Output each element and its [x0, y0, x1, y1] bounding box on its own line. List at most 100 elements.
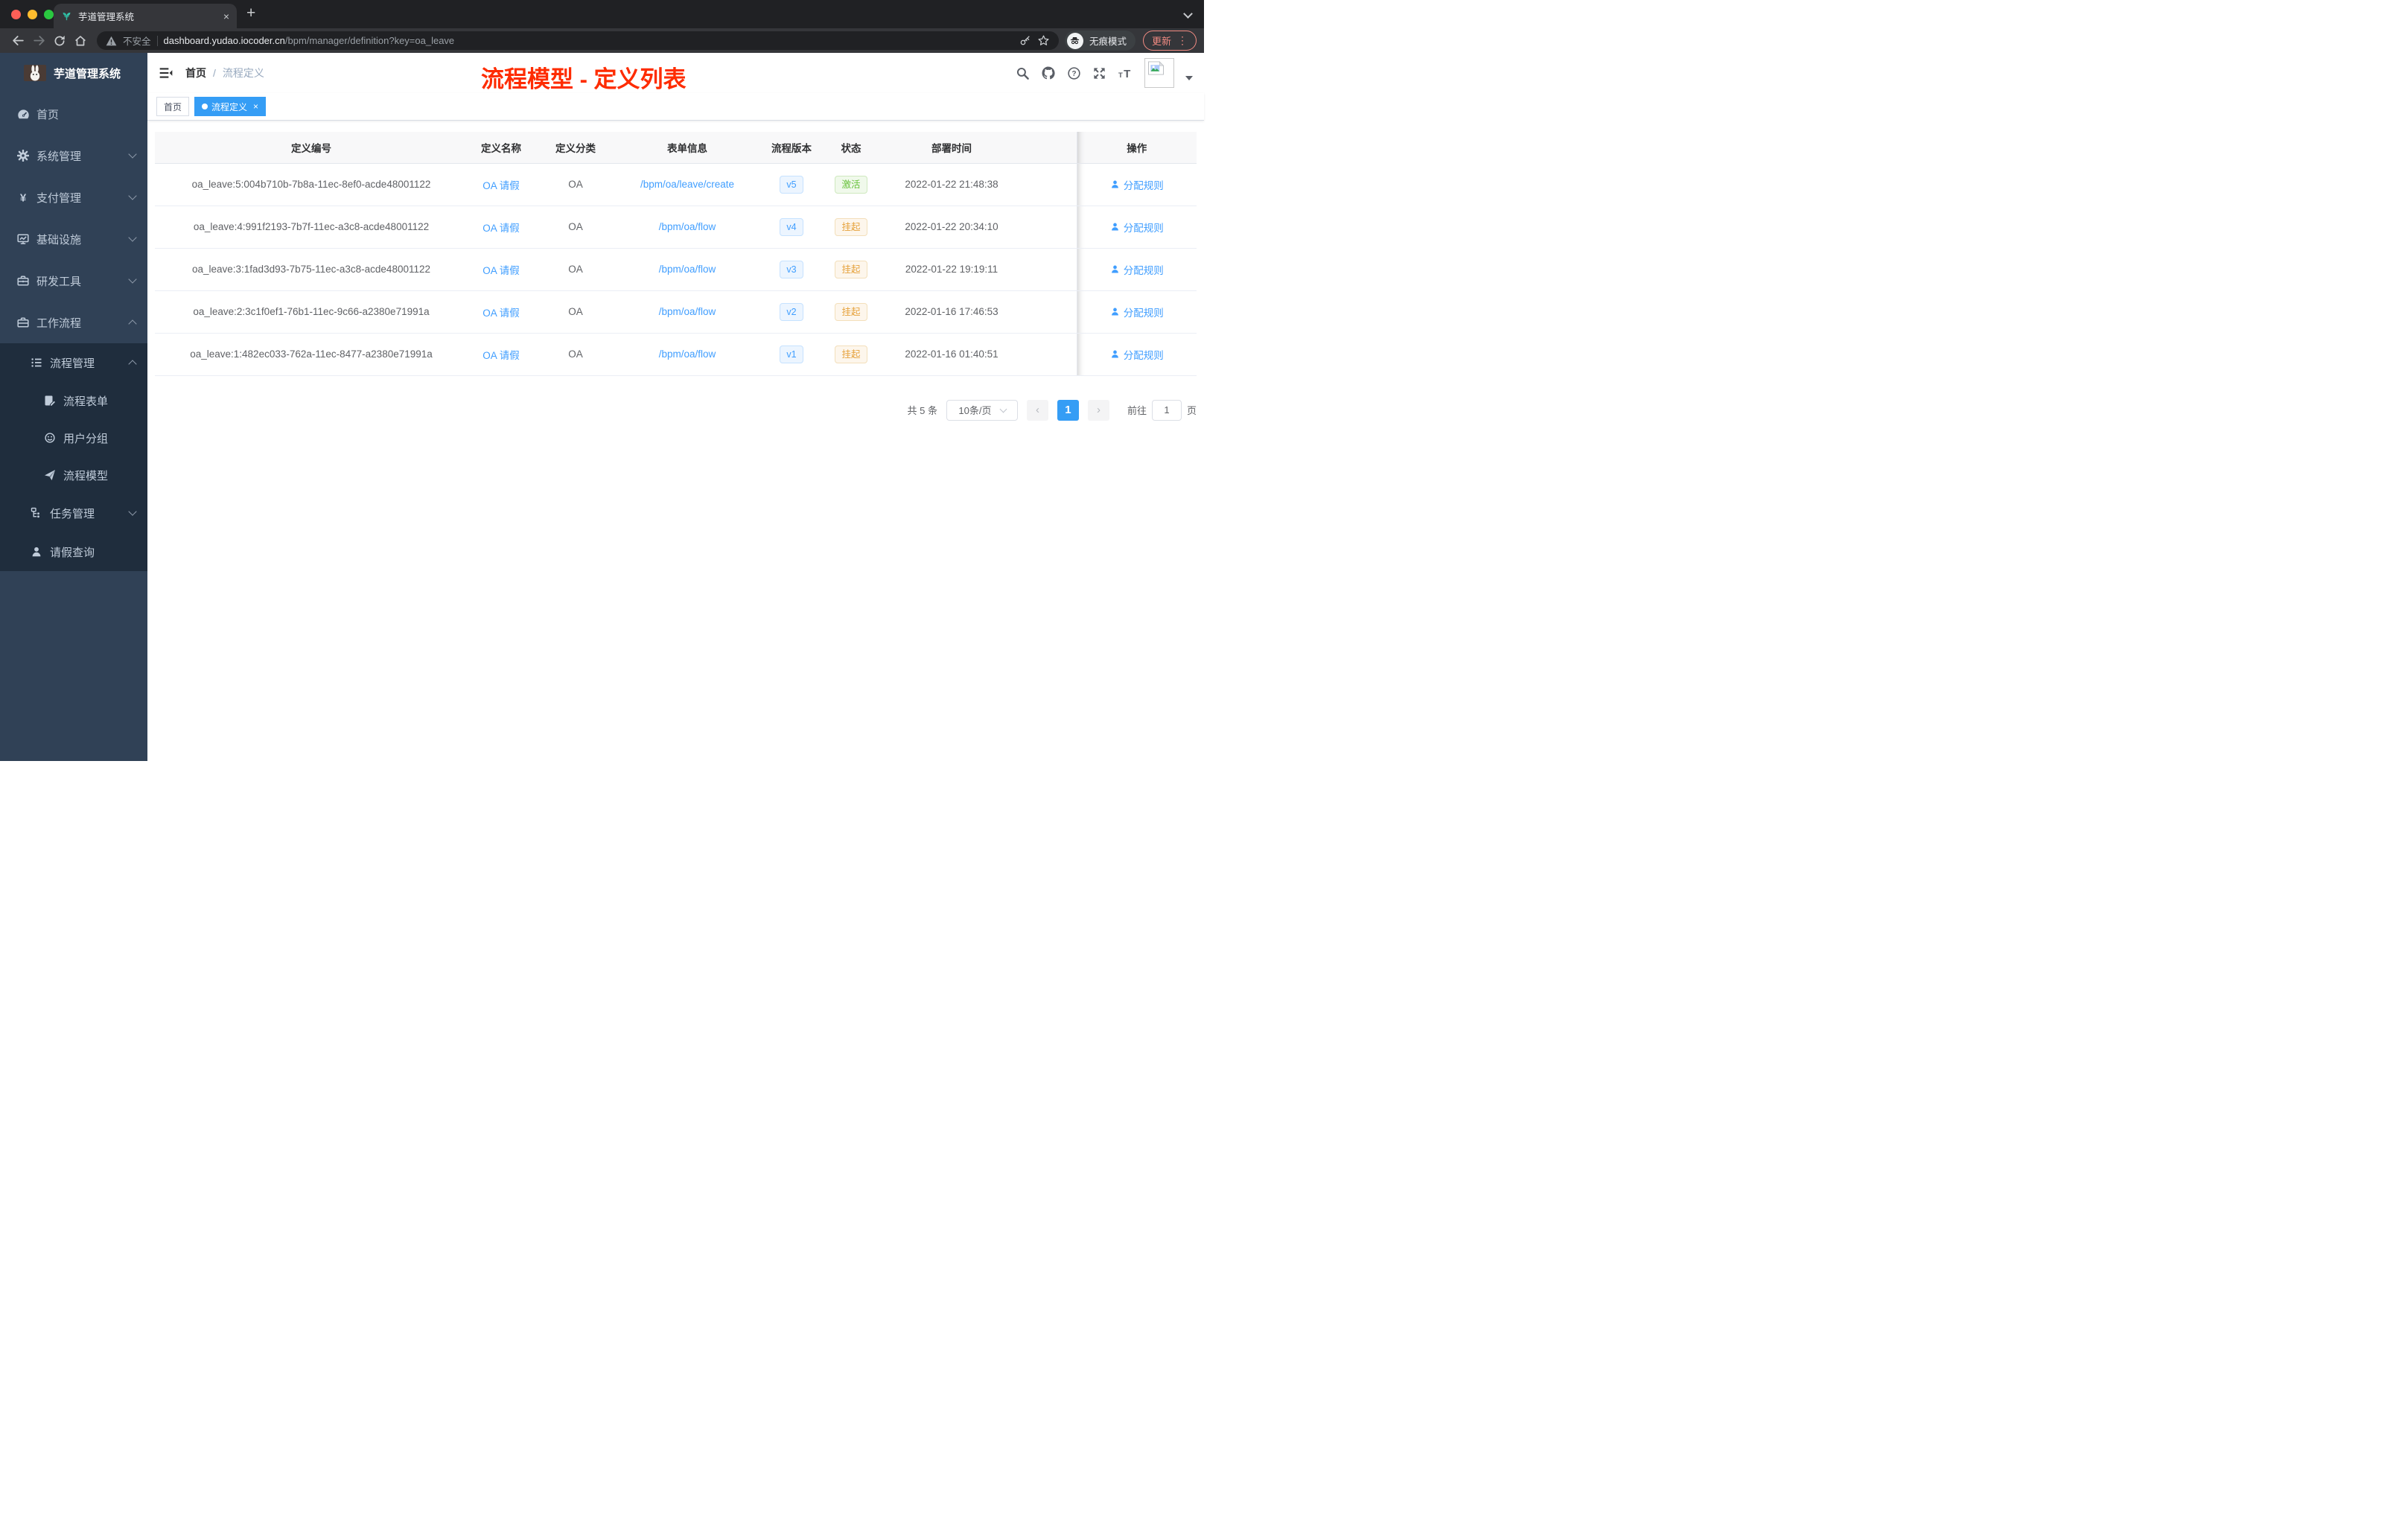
action-cell: 分配规则 [1076, 248, 1197, 291]
status-cell: 挂起 [825, 206, 877, 249]
fullscreen-icon[interactable] [1092, 66, 1106, 80]
definition-name-cell: OA 请假 [468, 206, 535, 249]
github-icon[interactable] [1041, 66, 1056, 80]
definition-name-link[interactable]: OA 请假 [482, 350, 520, 361]
gear-icon [16, 150, 30, 162]
close-window-button[interactable] [11, 10, 21, 19]
form-info-link[interactable]: /bpm/oa/flow [659, 264, 716, 275]
tag-label: 流程定义 [211, 101, 248, 112]
goto-page-input[interactable] [1151, 399, 1182, 421]
breadcrumb-separator: / [213, 67, 216, 79]
bookmark-star-icon[interactable] [1037, 34, 1050, 47]
briefcase-icon [16, 316, 30, 328]
reload-button[interactable] [49, 31, 70, 51]
font-size-icon[interactable]: TT [1118, 66, 1133, 80]
assign-rule-button[interactable]: 分配规则 [1110, 305, 1164, 319]
page-size-select[interactable]: 10条/页 [946, 399, 1018, 421]
breadcrumb-item: 流程定义 [222, 67, 264, 79]
sidebar-item-请假查询[interactable]: 请假查询 [0, 532, 147, 571]
table-header-filler [1026, 132, 1077, 164]
version-badge: v1 [780, 345, 803, 363]
tag-close-icon[interactable]: × [253, 101, 258, 112]
definition-name-link[interactable]: OA 请假 [482, 223, 520, 234]
breadcrumb-item[interactable]: 首页 [185, 66, 206, 80]
window-controls[interactable] [11, 10, 54, 19]
goto-page: 前往 页 [1127, 399, 1197, 421]
form-info-cell: /bpm/oa/flow [617, 333, 758, 376]
sidebar-item-label: 请假查询 [50, 546, 95, 559]
definition-name-link[interactable]: OA 请假 [482, 308, 520, 319]
sidebar-item-研发工具[interactable]: 研发工具 [0, 260, 147, 302]
yen-icon: ¥ [16, 191, 30, 204]
column-header-定义编号: 定义编号 [155, 132, 468, 164]
url-path: /bpm/manager/definition?key=oa_leave [284, 35, 455, 46]
key-icon[interactable] [1019, 35, 1031, 47]
tab-search-chevron-icon[interactable] [1183, 9, 1193, 19]
definition-name-link[interactable]: OA 请假 [482, 180, 520, 191]
sidebar-item-流程管理[interactable]: 流程管理 [0, 343, 147, 382]
assign-rule-label: 分配规则 [1123, 179, 1164, 191]
form-info-link[interactable]: /bpm/oa/leave/create [640, 179, 734, 190]
warning-icon[interactable] [106, 36, 117, 46]
minimize-window-button[interactable] [28, 10, 37, 19]
main-area: 流程模型 - 定义列表 首页 / 流程定义 ? T T 首页 流程定义 × 定义编号 定义名称… [147, 53, 1204, 761]
status-badge: 挂起 [835, 345, 867, 363]
definition-id-cell: oa_leave:4:991f2193-7b7f-11ec-a3c8-acde4… [155, 206, 468, 249]
sidebar-logo[interactable]: 芋道管理系统 [0, 53, 147, 93]
tab-close-icon[interactable]: × [223, 11, 229, 22]
browser-tab[interactable]: 芋道管理系统 × [54, 4, 237, 28]
home-button[interactable] [70, 31, 91, 51]
sidebar-item-流程模型[interactable]: 流程模型 [0, 456, 147, 494]
next-page-button[interactable]: › [1087, 399, 1109, 421]
tag-流程定义[interactable]: 流程定义 × [194, 97, 267, 116]
definition-category-cell: OA [535, 290, 617, 334]
update-label: 更新 [1151, 36, 1171, 47]
assign-rule-button[interactable]: 分配规则 [1110, 262, 1164, 277]
sidebar-item-系统管理[interactable]: 系统管理 [0, 135, 147, 176]
status-cell: 挂起 [825, 333, 877, 376]
sidebar-item-工作流程[interactable]: 工作流程 [0, 302, 147, 343]
browser-menu-icon[interactable]: ⋮ [1177, 34, 1188, 47]
sidebar-toggle-hamburger-icon[interactable] [159, 66, 173, 80]
assign-rule-button[interactable]: 分配规则 [1110, 347, 1164, 362]
deploy-time-cell: 2022-01-22 20:34:10 [877, 206, 1026, 249]
help-icon[interactable]: ? [1067, 66, 1081, 80]
forward-button[interactable] [28, 31, 49, 51]
svg-text:?: ? [1071, 69, 1076, 77]
definition-name-link[interactable]: OA 请假 [482, 265, 520, 276]
sidebar-item-首页[interactable]: 首页 [0, 93, 147, 135]
tag-首页[interactable]: 首页 [156, 97, 190, 116]
assign-rule-button[interactable]: 分配规则 [1110, 177, 1164, 192]
chevron-down-icon [128, 507, 137, 516]
column-header-定义名称: 定义名称 [468, 132, 535, 164]
security-label[interactable]: 不安全 [123, 34, 151, 48]
search-icon[interactable] [1016, 66, 1030, 80]
new-tab-button[interactable]: + [246, 4, 255, 22]
person-icon [1110, 264, 1120, 274]
update-browser-button[interactable]: 更新 ⋮ [1142, 31, 1197, 51]
back-button[interactable] [7, 31, 28, 51]
form-info-link[interactable]: /bpm/oa/flow [659, 306, 716, 317]
filler-cell [1026, 206, 1077, 249]
assign-rule-button[interactable]: 分配规则 [1110, 220, 1164, 235]
avatar[interactable] [1144, 58, 1174, 88]
address-bar[interactable]: 不安全 dashboard.yudao.iocoder.cn/bpm/manag… [97, 31, 1059, 50]
definition-id-cell: oa_leave:5:004b710b-7b8a-11ec-8ef0-acde4… [155, 163, 468, 206]
page-number-button[interactable]: 1 [1057, 399, 1079, 421]
prev-page-button[interactable]: ‹ [1026, 399, 1048, 421]
filler-cell [1026, 163, 1077, 206]
sidebar-item-支付管理[interactable]: ¥ 支付管理 [0, 176, 147, 218]
sidebar-item-流程表单[interactable]: 流程表单 [0, 382, 147, 419]
sidebar-item-label: 流程表单 [63, 395, 109, 408]
sidebar-item-任务管理[interactable]: 任务管理 [0, 494, 147, 532]
table-row: oa_leave:4:991f2193-7b7f-11ec-a3c8-acde4… [155, 206, 1197, 249]
definition-category-cell: OA [535, 333, 617, 376]
form-info-link[interactable]: /bpm/oa/flow [659, 221, 716, 232]
avatar-dropdown-caret-icon[interactable] [1185, 76, 1193, 80]
sidebar-item-用户分组[interactable]: 用户分组 [0, 419, 147, 456]
zoom-window-button[interactable] [44, 10, 54, 19]
pagination-total: 共 5 条 [907, 405, 937, 416]
form-info-link[interactable]: /bpm/oa/flow [659, 348, 716, 360]
sidebar-item-基础设施[interactable]: 基础设施 [0, 218, 147, 260]
url-text[interactable]: dashboard.yudao.iocoder.cn/bpm/manager/d… [164, 35, 1013, 46]
